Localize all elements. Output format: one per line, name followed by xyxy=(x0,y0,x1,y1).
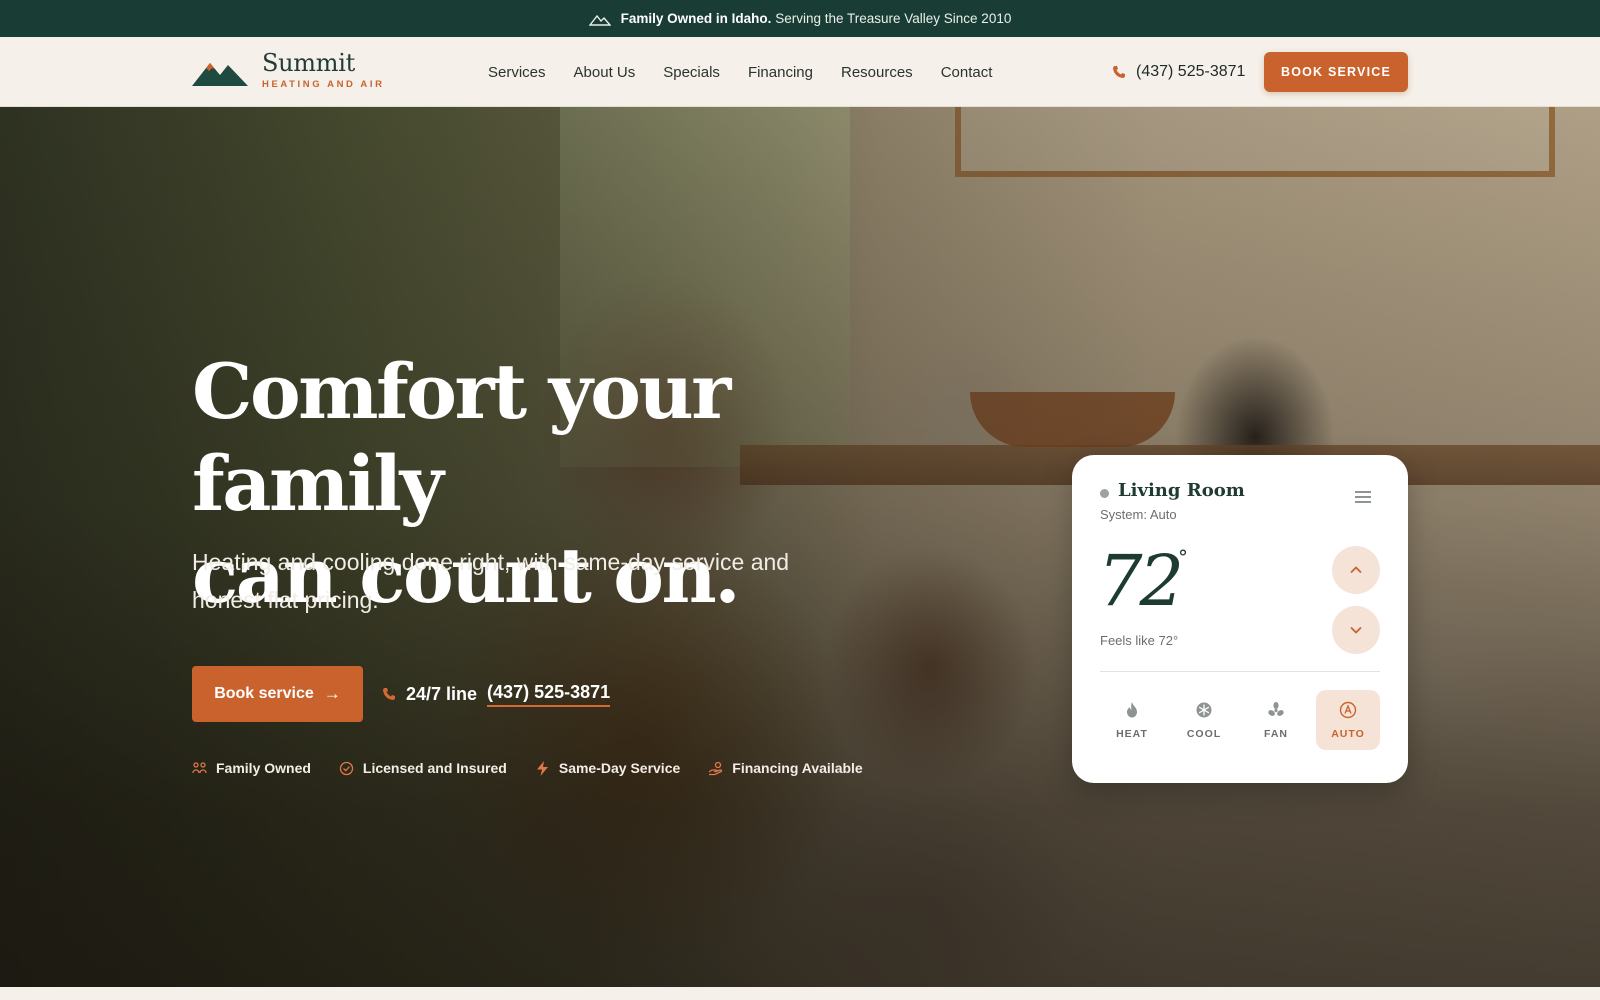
chevron-down-icon xyxy=(1350,626,1362,634)
temperature-down-button[interactable] xyxy=(1332,606,1380,654)
book-service-cta[interactable]: Book service → xyxy=(192,666,363,722)
degree-symbol: ° xyxy=(1178,545,1188,569)
badge-financing: Financing Available xyxy=(708,760,863,776)
announcement-text: Family Owned in Idaho. Serving the Treas… xyxy=(620,11,1012,26)
site-header: Summit HEATING AND AIR Services About Us… xyxy=(0,37,1600,107)
badge-same-day: Same-Day Service xyxy=(535,760,680,776)
chevron-up-icon xyxy=(1350,566,1362,574)
temperature-up-button[interactable] xyxy=(1332,546,1380,594)
card-divider xyxy=(1100,671,1380,672)
badge-family-owned: Family Owned xyxy=(192,760,311,776)
nav-resources[interactable]: Resources xyxy=(841,64,913,81)
auto-mode-icon xyxy=(1339,701,1357,718)
header-phone-link[interactable]: (437) 525-3871 xyxy=(1112,37,1245,107)
nav-financing[interactable]: Financing xyxy=(748,64,813,81)
status-dot xyxy=(1100,489,1109,498)
family-icon xyxy=(192,761,207,773)
check-badge-icon xyxy=(339,761,354,775)
announcement-bar: Family Owned in Idaho. Serving the Treas… xyxy=(0,0,1600,37)
cta-label: Book service xyxy=(214,685,314,702)
main-nav: Services About Us Specials Financing Res… xyxy=(488,37,992,107)
thermostat-temperature: 72 xyxy=(1098,540,1184,622)
mode-heat[interactable]: HEAT xyxy=(1100,690,1164,750)
menu-icon[interactable] xyxy=(1355,491,1371,503)
mode-selector: HEAT COOL FAN AUTO xyxy=(1100,690,1380,750)
thermostat-room: Living Room xyxy=(1118,480,1245,501)
emergency-line-label: 24/7 line xyxy=(406,683,478,704)
thermostat-system: System: Auto xyxy=(1100,507,1177,522)
arrow-right-icon: → xyxy=(323,684,341,703)
mountain-icon xyxy=(588,14,611,26)
phone-icon xyxy=(1113,66,1125,78)
mode-fan[interactable]: FAN xyxy=(1244,690,1308,750)
snowflake-icon xyxy=(1196,702,1212,717)
emergency-line[interactable]: 24/7 line (437) 525-3871 xyxy=(382,666,611,722)
book-service-button[interactable]: BOOK SERVICE xyxy=(1264,52,1408,92)
nav-services[interactable]: Services xyxy=(488,64,546,81)
hero-subtitle: Heating and cooling done right, with sam… xyxy=(192,549,790,613)
badge-licensed-insured: Licensed and Insured xyxy=(339,760,507,776)
brand-logo[interactable]: Summit HEATING AND AIR xyxy=(192,51,385,90)
header-phone-number: (437) 525-3871 xyxy=(1136,63,1246,80)
brand-name: Summit xyxy=(262,49,355,77)
mode-auto[interactable]: AUTO xyxy=(1316,690,1380,750)
thermostat-card: Living Room System: Auto 72 ° Feels like… xyxy=(1072,455,1408,783)
flame-icon xyxy=(1127,701,1137,717)
trust-badges: Family Owned Licensed and Insured Same-D… xyxy=(192,760,863,776)
nav-about-us[interactable]: About Us xyxy=(574,64,636,81)
nav-contact[interactable]: Contact xyxy=(941,64,993,81)
fan-icon xyxy=(1268,701,1284,716)
emergency-line-phone[interactable]: (437) 525-3871 xyxy=(487,682,611,707)
summit-mountain-logo-icon xyxy=(192,62,248,86)
brand-tagline: HEATING AND AIR xyxy=(262,79,385,90)
mode-cool[interactable]: COOL xyxy=(1172,690,1236,750)
nav-specials[interactable]: Specials xyxy=(663,64,720,81)
thermostat-feels-like: Feels like 72° xyxy=(1100,633,1179,648)
next-section-edge xyxy=(0,987,1600,1000)
hand-coin-icon xyxy=(708,761,723,775)
phone-icon xyxy=(383,688,395,700)
lightning-icon xyxy=(536,760,548,776)
